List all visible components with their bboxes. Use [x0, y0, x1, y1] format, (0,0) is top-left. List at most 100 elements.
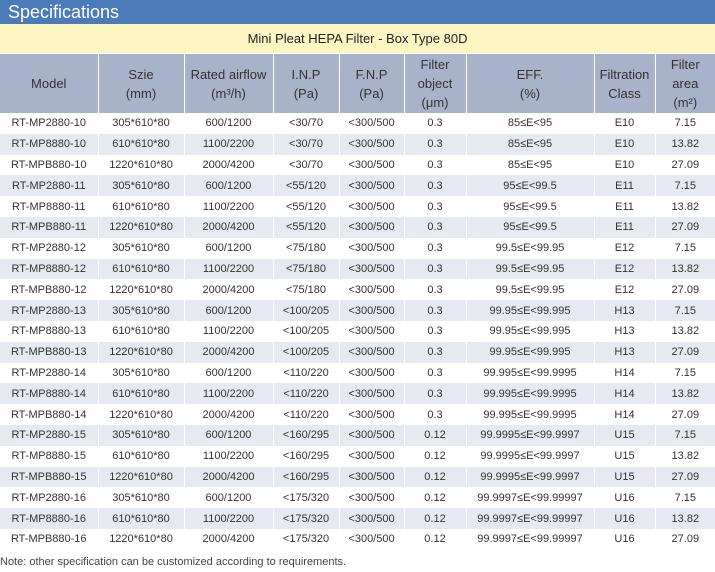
cell-rated-airflow: 2000/4200 [184, 466, 274, 488]
table-row: RT-MP2880-13 305*610*80 600/1200 <100/205 <3… [0, 300, 715, 321]
cell-rated-airflow: 600/1200 [184, 237, 274, 259]
cell-model: RT-MP2880-13 [0, 300, 99, 321]
cell-filter-object: 0.3 [404, 216, 467, 238]
cell-filter-object: 0.12 [404, 487, 467, 509]
cell-model: RT-MPB880-15 [0, 466, 99, 488]
cell-filter-object: 0.12 [404, 445, 467, 467]
cell-size: 1220*610*80 [98, 154, 185, 176]
cell-eff: 99.5≤E<99.95 [466, 237, 595, 259]
cell-filter-area: 7.15 [655, 113, 715, 134]
table-row: RT-MP2880-16 305*610*80 600/1200 <175/320 <3… [0, 487, 715, 509]
cell-filter-object: 0.3 [404, 196, 467, 217]
cell-fnp: <300/500 [339, 424, 405, 446]
cell-filter-area: 27.09 [655, 341, 715, 363]
cell-eff: 99.995≤E<99.9995 [466, 383, 595, 405]
header-fnp: F.N.P (Pa) [339, 53, 405, 113]
cell-filtration-class: E11 [594, 196, 656, 217]
cell-rated-airflow: 1100/2200 [184, 445, 274, 467]
table-row: RT-MP8880-14 610*610*80 1100/2200 <110/220 <… [0, 383, 715, 405]
cell-eff: 99.9995≤E<99.9997 [466, 424, 595, 446]
table-row: RT-MPB880-14 1220*610*80 2000/4200 <110/220… [0, 404, 715, 425]
cell-size: 610*610*80 [98, 508, 185, 529]
cell-filtration-class: H14 [594, 404, 656, 425]
cell-filter-area: 7.15 [655, 175, 715, 197]
cell-inp: <30/70 [273, 154, 340, 176]
cell-filtration-class: E12 [594, 258, 656, 280]
header-inp: I.N.P (Pa) [273, 53, 340, 113]
cell-eff: 99.995≤E<99.9995 [466, 362, 595, 384]
table-row: RT-MP8880-10 610*610*80 1100/2200 <30/70 <30… [0, 133, 715, 155]
cell-filter-area: 13.82 [655, 383, 715, 405]
cell-size: 1220*610*80 [98, 279, 185, 301]
cell-eff: 95≤E<99.5 [466, 175, 595, 197]
cell-filter-area: 13.82 [655, 258, 715, 280]
cell-filter-object: 0.3 [404, 404, 467, 425]
cell-filter-area: 13.82 [655, 445, 715, 467]
cell-fnp: <300/500 [339, 300, 405, 321]
cell-model: RT-MP8880-10 [0, 133, 99, 155]
spec-table-body: Mini Pleat HEPA Filter - Box Type 80D Mo… [0, 24, 715, 550]
cell-size: 1220*610*80 [98, 404, 185, 425]
table-header-row: Model Szie (mm) Rated airflow (m³/h) I.N.P… [0, 53, 715, 113]
cell-filter-area: 7.15 [655, 487, 715, 509]
cell-size: 305*610*80 [98, 424, 185, 446]
header-rated-airflow: Rated airflow (m³/h) [184, 53, 274, 113]
table-row: RT-MP8880-12 610*610*80 1100/2200 <75/180 <3… [0, 258, 715, 280]
cell-fnp: <300/500 [339, 487, 405, 509]
cell-filter-object: 0.12 [404, 528, 467, 550]
cell-filtration-class: H13 [594, 300, 656, 321]
cell-filter-object: 0.3 [404, 113, 467, 134]
cell-filtration-class: E11 [594, 216, 656, 238]
cell-fnp: <300/500 [339, 258, 405, 280]
table-row: RT-MP2880-11 305*610*80 600/1200 <55/120 <30… [0, 175, 715, 197]
header-filter-object: Filter object (μm) [404, 53, 467, 113]
cell-model: RT-MP2880-10 [0, 113, 99, 134]
cell-inp: <160/295 [273, 445, 340, 467]
table-row: RT-MPB880-12 1220*610*80 2000/4200 <75/180 <… [0, 279, 715, 301]
cell-filtration-class: U15 [594, 466, 656, 488]
table-row: RT-MP8880-13 610*610*80 1100/2200 <100/205 <… [0, 320, 715, 342]
header-filtration-class: Filtration Class [594, 53, 656, 113]
cell-filter-area: 7.15 [655, 300, 715, 321]
cell-filter-area: 27.09 [655, 466, 715, 488]
header-model: Model [0, 53, 99, 113]
cell-inp: <175/320 [273, 508, 340, 529]
cell-rated-airflow: 2000/4200 [184, 528, 274, 550]
cell-filtration-class: U15 [594, 424, 656, 446]
cell-inp: <175/320 [273, 528, 340, 550]
cell-model: RT-MP2880-16 [0, 487, 99, 509]
cell-fnp: <300/500 [339, 154, 405, 176]
cell-model: RT-MP8880-13 [0, 320, 99, 342]
spec-table: Mini Pleat HEPA Filter - Box Type 80D Mo… [0, 24, 715, 550]
cell-eff: 99.95≤E<99.995 [466, 320, 595, 342]
cell-filtration-class: H13 [594, 341, 656, 363]
cell-inp: <55/120 [273, 175, 340, 197]
cell-size: 1220*610*80 [98, 528, 185, 550]
cell-filter-object: 0.12 [404, 508, 467, 529]
cell-filtration-class: E10 [594, 154, 656, 176]
cell-eff: 95≤E<99.5 [466, 196, 595, 217]
cell-filter-object: 0.3 [404, 175, 467, 197]
cell-rated-airflow: 1100/2200 [184, 508, 274, 529]
cell-fnp: <300/500 [339, 508, 405, 529]
footnote: Note: other specification can be customi… [0, 556, 347, 568]
cell-eff: 99.9997≤E<99.99997 [466, 508, 595, 529]
cell-rated-airflow: 600/1200 [184, 362, 274, 384]
cell-fnp: <300/500 [339, 466, 405, 488]
cell-size: 610*610*80 [98, 445, 185, 467]
cell-eff: 99.95≤E<99.995 [466, 300, 595, 321]
header-size: Szie (mm) [98, 53, 185, 113]
cell-model: RT-MP8880-16 [0, 508, 99, 529]
cell-inp: <110/220 [273, 362, 340, 384]
cell-filter-area: 27.09 [655, 528, 715, 550]
cell-filter-object: 0.3 [404, 279, 467, 301]
table-row: RT-MP2880-15 305*610*80 600/1200 <160/295 <3… [0, 424, 715, 446]
cell-fnp: <300/500 [339, 113, 405, 134]
cell-rated-airflow: 2000/4200 [184, 154, 274, 176]
cell-inp: <55/120 [273, 216, 340, 238]
cell-inp: <30/70 [273, 133, 340, 155]
cell-eff: 99.5≤E<99.95 [466, 279, 595, 301]
table-row: RT-MP8880-11 610*610*80 1100/2200 <55/120 <3… [0, 196, 715, 217]
cell-filter-object: 0.3 [404, 133, 467, 155]
cell-filter-object: 0.12 [404, 466, 467, 488]
